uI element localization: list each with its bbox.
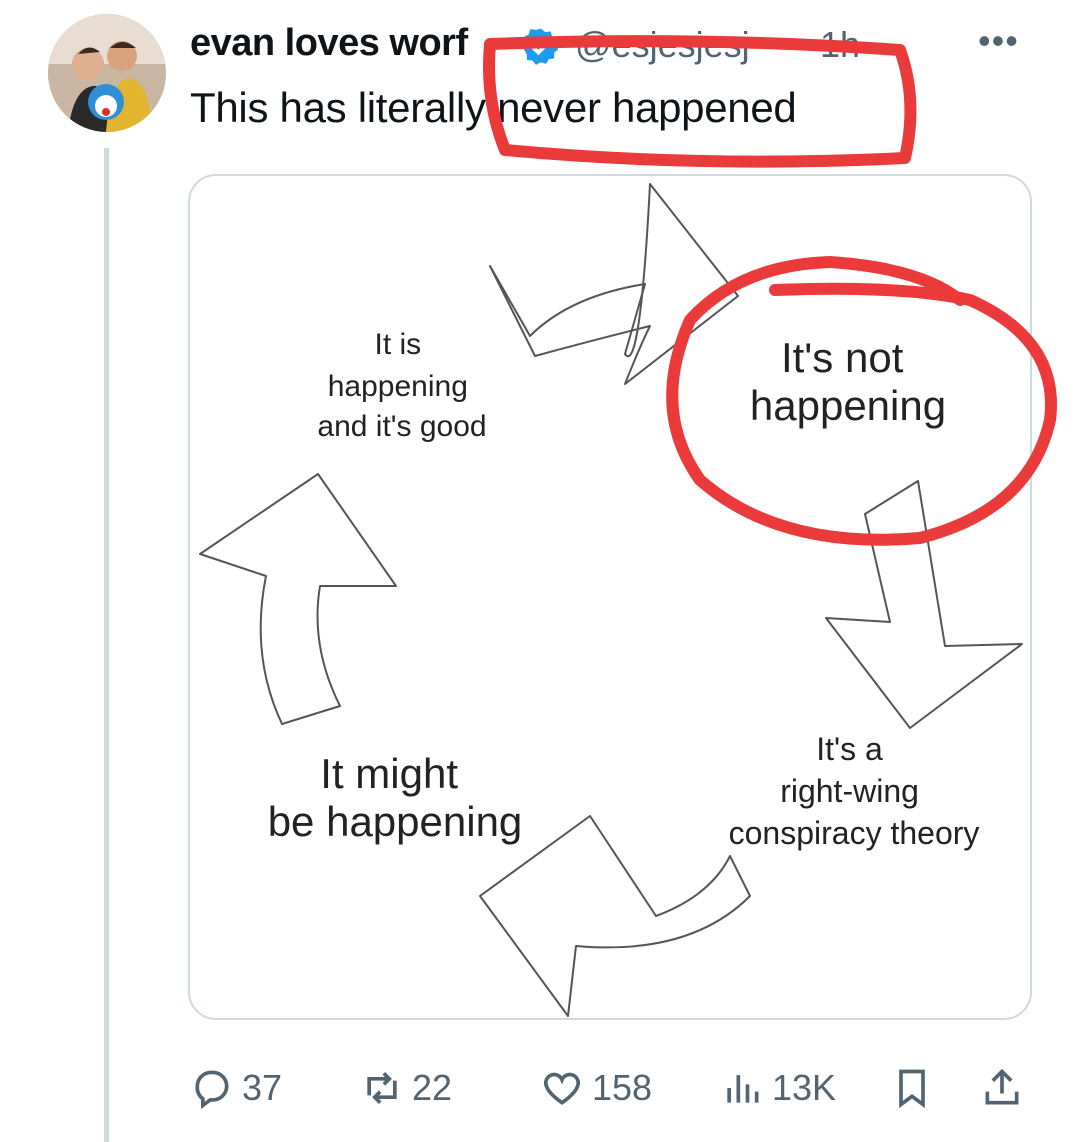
- reply-count: 37: [242, 1067, 283, 1108]
- bookmark-button[interactable]: [890, 1060, 934, 1116]
- label-top-right-2: happening: [750, 382, 946, 429]
- arrow-right: [825, 480, 1023, 729]
- svg-text:It is happening an: It is happening and it's good: [317, 328, 486, 443]
- views-count: 13K: [772, 1067, 837, 1108]
- views-button[interactable]: 13K: [720, 1060, 836, 1116]
- tweet-media[interactable]: It is happening and it's good It's not h…: [188, 174, 1032, 1020]
- label-bottom-right-2: right-wing: [780, 773, 919, 809]
- tweet-text: This has literally never happened: [190, 84, 797, 131]
- more-icon[interactable]: •••: [978, 20, 1019, 62]
- like-count: 158: [592, 1067, 653, 1108]
- label-top-right-1: It's not: [781, 334, 904, 381]
- repost-count: 22: [412, 1067, 453, 1108]
- avatar-photo: [48, 14, 166, 132]
- repost-button[interactable]: 22: [360, 1060, 452, 1116]
- avatar[interactable]: [48, 14, 166, 132]
- svg-text:It might be happening: It might be happening: [268, 750, 523, 845]
- share-button[interactable]: [980, 1060, 1024, 1116]
- thread-line: [104, 148, 109, 1142]
- label-bottom-left-1: It might: [320, 750, 458, 797]
- display-name[interactable]: evan loves worf: [190, 22, 468, 65]
- arrow-left: [199, 473, 397, 725]
- bookmark-icon: [899, 1069, 925, 1109]
- label-bottom-right-1: It's a: [816, 731, 883, 767]
- label-top-left-2: happening: [328, 370, 468, 403]
- action-bar: 37 22 158 13K: [190, 1060, 1040, 1116]
- reply-icon: [195, 1070, 229, 1110]
- timestamp[interactable]: 1h: [820, 24, 860, 66]
- repost-icon: [367, 1072, 397, 1104]
- like-icon: [543, 1072, 581, 1105]
- label-top-left-3: and it's good: [317, 410, 486, 443]
- verified-icon: [522, 28, 559, 65]
- like-button[interactable]: 158: [540, 1060, 652, 1116]
- svg-text:It's not happening: It's not happening: [750, 334, 946, 429]
- label-bottom-left-2: be happening: [268, 798, 523, 845]
- user-handle[interactable]: @esjesjesj: [575, 24, 750, 66]
- arrow-top: [489, 183, 739, 385]
- views-icon: [727, 1075, 759, 1103]
- share-icon: [985, 1068, 1019, 1105]
- label-bottom-right-3: conspiracy theory: [729, 815, 980, 851]
- label-top-left-1: It is: [374, 328, 421, 361]
- svg-text:It's a right-wing: It's a right-wing conspiracy theory: [729, 731, 980, 851]
- cycle-diagram: It is happening and it's good It's not h…: [199, 183, 1023, 1017]
- reply-button[interactable]: 37: [190, 1060, 282, 1116]
- arrow-bottom: [479, 815, 751, 1017]
